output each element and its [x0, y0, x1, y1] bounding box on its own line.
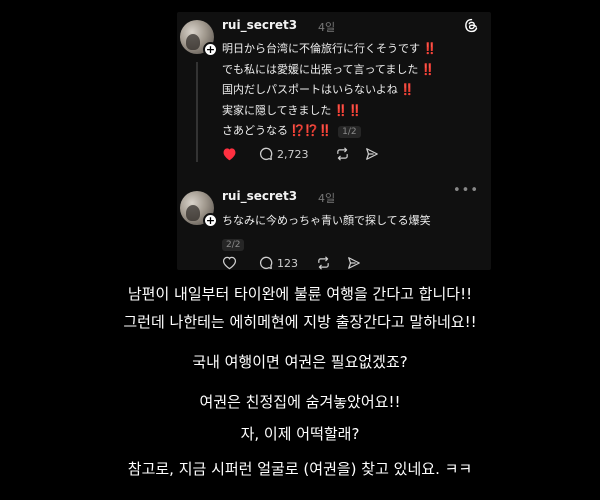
- comment-icon: [259, 147, 273, 161]
- follow-plus-icon[interactable]: +: [203, 42, 218, 57]
- caption-line: 자, 이제 어떡할래?: [240, 425, 360, 443]
- heart-icon: [222, 256, 237, 270]
- caption-line: 국내 여행이면 여권은 필요없겠죠?: [192, 353, 408, 371]
- username[interactable]: rui_secret3: [222, 189, 297, 203]
- like-button[interactable]: [222, 254, 237, 272]
- threads-icon: [465, 18, 478, 33]
- username[interactable]: rui_secret3: [222, 18, 297, 32]
- reply-button[interactable]: 123: [259, 254, 298, 272]
- follow-plus-icon[interactable]: +: [203, 213, 218, 228]
- more-icon[interactable]: •••: [453, 183, 479, 198]
- reply-button[interactable]: 2,723: [259, 145, 309, 163]
- post-time: 4일: [318, 21, 336, 34]
- caption-line: 남편이 내일부터 타이완에 불륜 여행을 간다고 합니다!!: [127, 285, 473, 303]
- comment-icon: [259, 256, 273, 270]
- post-line: 明日から台湾に不倫旅行に行くそうです ‼️: [222, 42, 437, 55]
- reply-count: 123: [277, 256, 298, 270]
- post-line: でも私には愛媛に出張って言ってました ‼️: [222, 62, 436, 76]
- caption-line: 참고로, 지금 시퍼런 얼굴로 (여권을) 찾고 있네요. ㅋㅋ: [127, 460, 473, 478]
- heart-icon: [223, 148, 236, 161]
- caption-line: 그런데 나한테는 에히메현에 지방 출장간다고 말하네요!!: [123, 313, 477, 331]
- post-time: 4일: [318, 192, 336, 205]
- thread-post-2: + rui_secret3 4일 ••• ちなみに今めっちゃ青い顔で探してる爆笑…: [177, 177, 491, 270]
- repost-button[interactable]: [335, 145, 350, 163]
- interrobang-emoji: ⁉️⁉️‼️: [291, 124, 333, 137]
- double-exclamation-emoji: ‼️: [400, 83, 415, 96]
- repost-icon: [318, 256, 329, 270]
- share-button[interactable]: [347, 254, 361, 272]
- post-line: 実家に隠してきました ‼️‼️: [222, 103, 362, 117]
- thread-connector-line: [196, 62, 198, 162]
- repost-button[interactable]: [316, 254, 331, 272]
- double-exclamation-emoji: ‼️: [421, 62, 436, 76]
- caption-line: 여권은 친정집에 숨겨놓았어요!!: [199, 393, 401, 411]
- page-indicator: 2/2: [222, 238, 245, 251]
- share-button[interactable]: [365, 145, 379, 163]
- thread-post-1: + rui_secret3 4일 明日から台湾に不倫旅行に行くそうです ‼️ でも…: [177, 12, 491, 174]
- reply-count: 2,723: [277, 147, 309, 161]
- repost-icon: [337, 147, 348, 161]
- double-exclamation-emoji: ‼️: [423, 42, 437, 55]
- threads-screenshot-card: + rui_secret3 4일 明日から台湾に不倫旅行に行くそうです ‼️ でも…: [177, 12, 491, 270]
- page-indicator: 1/2: [338, 126, 361, 138]
- send-icon: [366, 148, 378, 160]
- post-body: ちなみに今めっちゃ青い顔で探してる爆笑 2/2: [222, 211, 482, 251]
- post-line: ちなみに今めっちゃ青い顔で探してる爆笑: [222, 214, 431, 227]
- post-line: 国内だしパスポートはいらないよね ‼️: [222, 83, 415, 96]
- like-button[interactable]: [222, 145, 237, 163]
- send-icon: [348, 257, 360, 269]
- post-body: 明日から台湾に不倫旅行に行くそうです ‼️ でも私には愛媛に出張って言ってました ‼…: [222, 39, 482, 142]
- double-exclamation-emoji: ‼️‼️: [334, 103, 362, 117]
- post-line: さあどうなる ⁉️⁉️‼️ 1/2: [222, 121, 482, 142]
